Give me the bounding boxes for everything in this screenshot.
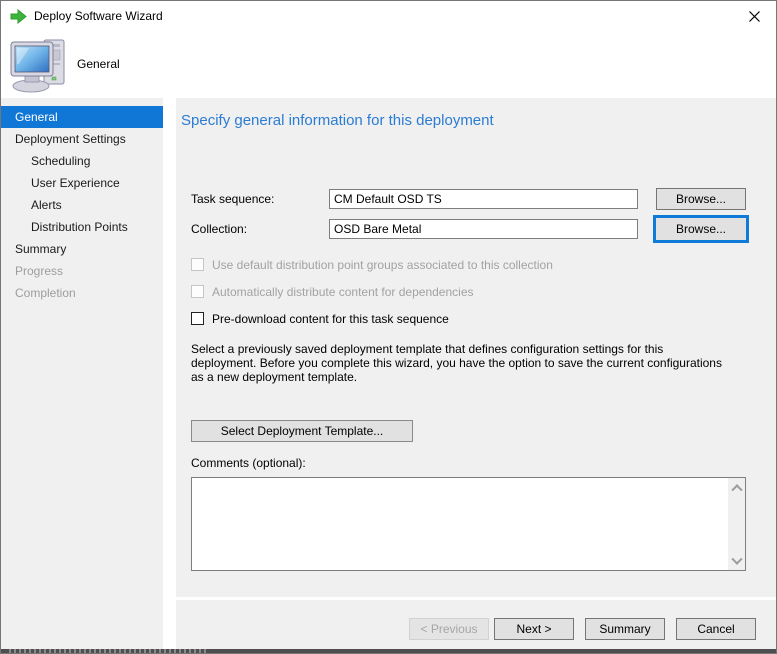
- use-default-dp-groups-checkbox-row: Use default distribution point groups as…: [191, 258, 553, 272]
- close-button[interactable]: [732, 1, 776, 32]
- window-title: Deploy Software Wizard: [34, 9, 163, 23]
- task-sequence-browse-button[interactable]: Browse...: [656, 188, 746, 210]
- sidebar-item-scheduling[interactable]: Scheduling: [1, 150, 163, 172]
- background-window-artifact: [9, 649, 209, 653]
- use-default-dp-groups-checkbox: [191, 258, 204, 271]
- sidebar-item-completion: Completion: [15, 286, 76, 300]
- sidebar-item-general[interactable]: General: [1, 106, 163, 128]
- auto-distribute-dependencies-label: Automatically distribute content for dep…: [212, 285, 474, 299]
- comments-label: Comments (optional):: [191, 456, 306, 470]
- wizard-arrow-icon: [10, 9, 27, 24]
- computer-icon: [10, 39, 65, 93]
- sidebar-content-divider: [163, 98, 176, 649]
- task-sequence-label: Task sequence:: [191, 192, 275, 206]
- cancel-button[interactable]: Cancel: [676, 618, 756, 640]
- deployment-template-description: Select a previously saved deployment tem…: [191, 342, 722, 384]
- deploy-software-wizard-window: Deploy Software Wizard General General D…: [0, 0, 777, 654]
- select-deployment-template-button[interactable]: Select Deployment Template...: [191, 420, 413, 442]
- collection-input[interactable]: [329, 219, 638, 239]
- previous-button: < Previous: [409, 618, 489, 640]
- page-title: Specify general information for this dep…: [181, 112, 494, 129]
- scroll-down-icon[interactable]: [728, 553, 745, 570]
- auto-distribute-dependencies-checkbox-row: Automatically distribute content for dep…: [191, 285, 474, 299]
- sidebar-item-summary[interactable]: Summary: [1, 238, 163, 260]
- pre-download-content-checkbox-row[interactable]: Pre-download content for this task seque…: [191, 312, 449, 326]
- scroll-up-icon[interactable]: [728, 478, 745, 495]
- sidebar-item-deployment-settings[interactable]: Deployment Settings: [1, 128, 163, 150]
- wizard-header: General: [1, 32, 776, 98]
- wizard-steps-sidebar: General Deployment Settings Scheduling U…: [1, 98, 163, 649]
- next-button[interactable]: Next >: [494, 618, 574, 640]
- sidebar-item-user-experience[interactable]: User Experience: [1, 172, 163, 194]
- title-bar: Deploy Software Wizard: [1, 1, 776, 32]
- close-icon: [748, 11, 760, 22]
- sidebar-item-progress: Progress: [15, 264, 64, 278]
- task-sequence-input[interactable]: [329, 189, 638, 209]
- footer-divider: [176, 597, 776, 600]
- comments-field-frame: [191, 477, 746, 571]
- use-default-dp-groups-label: Use default distribution point groups as…: [212, 258, 553, 272]
- header-step-title: General: [77, 57, 120, 71]
- pre-download-content-label: Pre-download content for this task seque…: [212, 312, 449, 326]
- collection-browse-button[interactable]: Browse...: [653, 215, 749, 243]
- comments-scrollbar[interactable]: [728, 478, 745, 570]
- collection-label: Collection:: [191, 222, 248, 236]
- auto-distribute-dependencies-checkbox: [191, 285, 204, 298]
- summary-button[interactable]: Summary: [585, 618, 665, 640]
- sidebar-item-alerts[interactable]: Alerts: [1, 194, 163, 216]
- comments-textarea[interactable]: [192, 478, 726, 570]
- sidebar-item-distribution-points[interactable]: Distribution Points: [1, 216, 163, 238]
- pre-download-content-checkbox[interactable]: [191, 312, 204, 325]
